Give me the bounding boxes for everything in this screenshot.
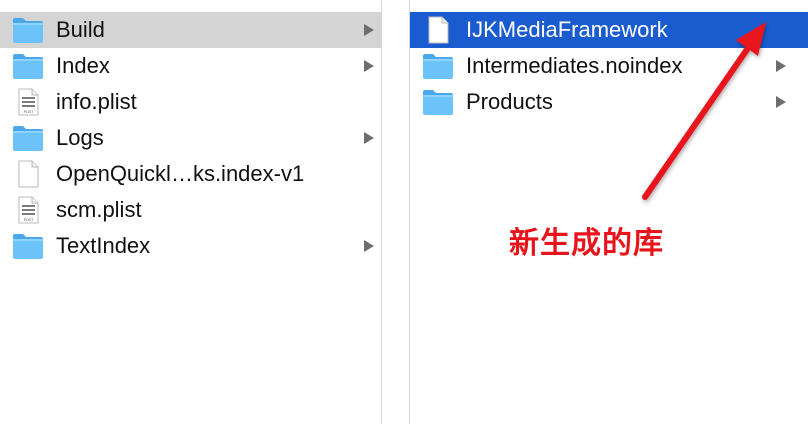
column-2[interactable]: IJKMediaFramework Intermediates.noindex Pr… bbox=[410, 0, 808, 424]
column-1-item[interactable]: Index bbox=[0, 48, 381, 84]
column-1-item[interactable]: TextIndex bbox=[0, 228, 381, 264]
column-1-item[interactable]: PLIST info.plist bbox=[0, 84, 381, 120]
item-label: OpenQuickl…ks.index-v1 bbox=[56, 161, 305, 186]
item-label: TextIndex bbox=[56, 233, 151, 258]
item-label: Products bbox=[466, 89, 553, 114]
document-icon bbox=[12, 160, 44, 188]
disclosure-arrow-icon[interactable] bbox=[776, 96, 786, 108]
finder-column-browser: Build Index PLIST info.plist Logs OpenQuickl…… bbox=[0, 0, 808, 424]
column-2-item[interactable]: Intermediates.noindex bbox=[410, 48, 808, 84]
column-1[interactable]: Build Index PLIST info.plist Logs OpenQuickl…… bbox=[0, 0, 381, 424]
document-icon bbox=[422, 16, 454, 44]
column-1-item[interactable]: Build bbox=[0, 12, 381, 48]
annotation-label: 新生成的库 bbox=[509, 226, 664, 261]
column-1-item[interactable]: Logs bbox=[0, 120, 381, 156]
item-label: Intermediates.noindex bbox=[466, 53, 683, 78]
folder-icon bbox=[422, 52, 454, 80]
item-label: Logs bbox=[56, 125, 104, 150]
column-2-item[interactable]: IJKMediaFramework bbox=[410, 12, 808, 48]
svg-text:PLIST: PLIST bbox=[24, 110, 34, 114]
column-divider[interactable] bbox=[381, 0, 410, 424]
item-label: scm.plist bbox=[56, 197, 142, 222]
item-label: info.plist bbox=[56, 89, 137, 114]
disclosure-arrow-icon[interactable] bbox=[364, 60, 374, 72]
folder-icon bbox=[12, 16, 44, 44]
disclosure-arrow-icon[interactable] bbox=[364, 24, 374, 36]
folder-icon bbox=[12, 124, 44, 152]
folder-icon bbox=[12, 232, 44, 260]
column-1-item[interactable]: OpenQuickl…ks.index-v1 bbox=[0, 156, 381, 192]
column-2-item[interactable]: Products bbox=[410, 84, 808, 120]
folder-icon bbox=[422, 88, 454, 116]
svg-text:PLIST: PLIST bbox=[24, 218, 34, 222]
disclosure-arrow-icon[interactable] bbox=[364, 132, 374, 144]
item-label: Index bbox=[56, 53, 110, 78]
plist-file-icon: PLIST bbox=[12, 196, 44, 224]
plist-file-icon: PLIST bbox=[12, 88, 44, 116]
disclosure-arrow-icon[interactable] bbox=[776, 60, 786, 72]
disclosure-arrow-icon[interactable] bbox=[364, 240, 374, 252]
column-1-item[interactable]: PLIST scm.plist bbox=[0, 192, 381, 228]
item-label: IJKMediaFramework bbox=[466, 17, 668, 42]
item-label: Build bbox=[56, 17, 105, 42]
folder-icon bbox=[12, 52, 44, 80]
